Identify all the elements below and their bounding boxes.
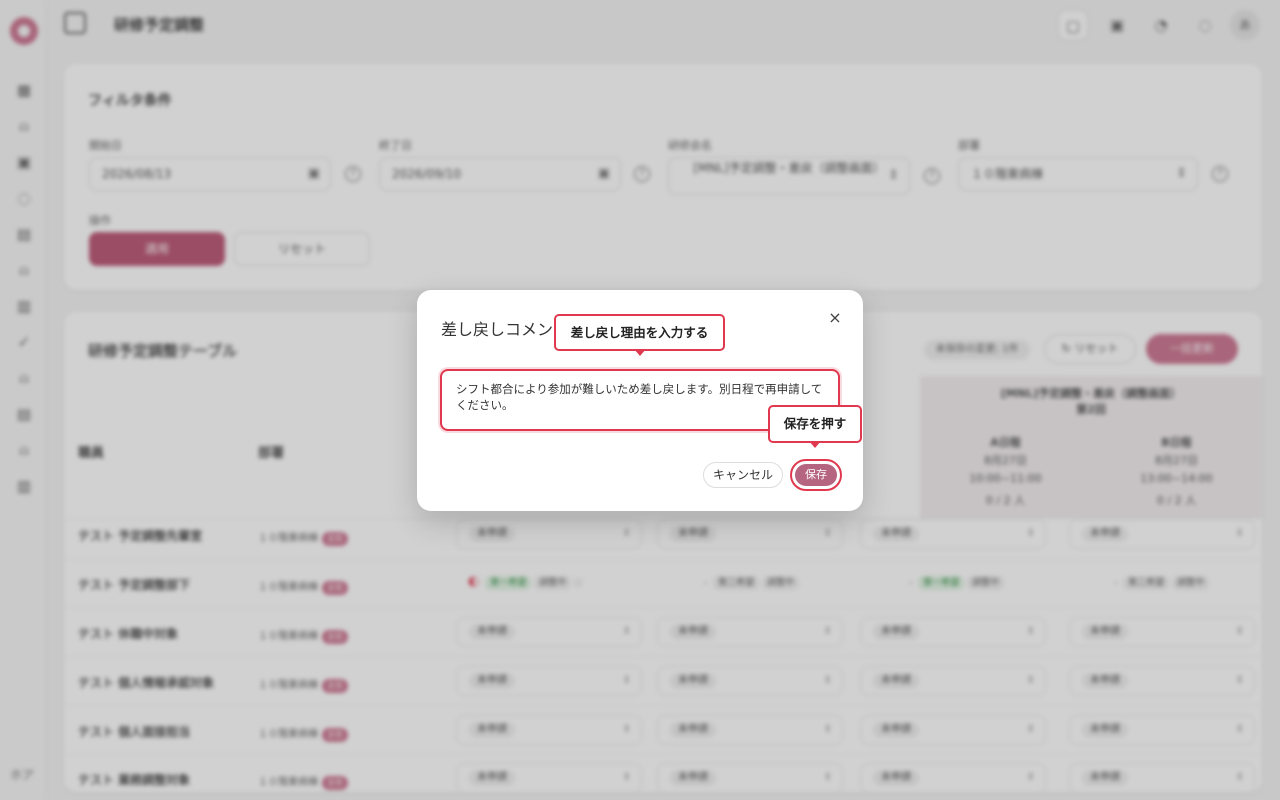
dialog-title: 差し戻しコメント [441,320,570,339]
save-button-highlight: 保存 [790,459,842,491]
callout-press-save: 保存を押す [768,405,862,448]
close-icon[interactable]: × [825,308,845,328]
save-button[interactable]: 保存 [795,464,837,486]
cancel-button[interactable]: キャンセル [703,462,783,488]
callout-enter-reason: 差し戻し理由を入力する [554,314,725,356]
